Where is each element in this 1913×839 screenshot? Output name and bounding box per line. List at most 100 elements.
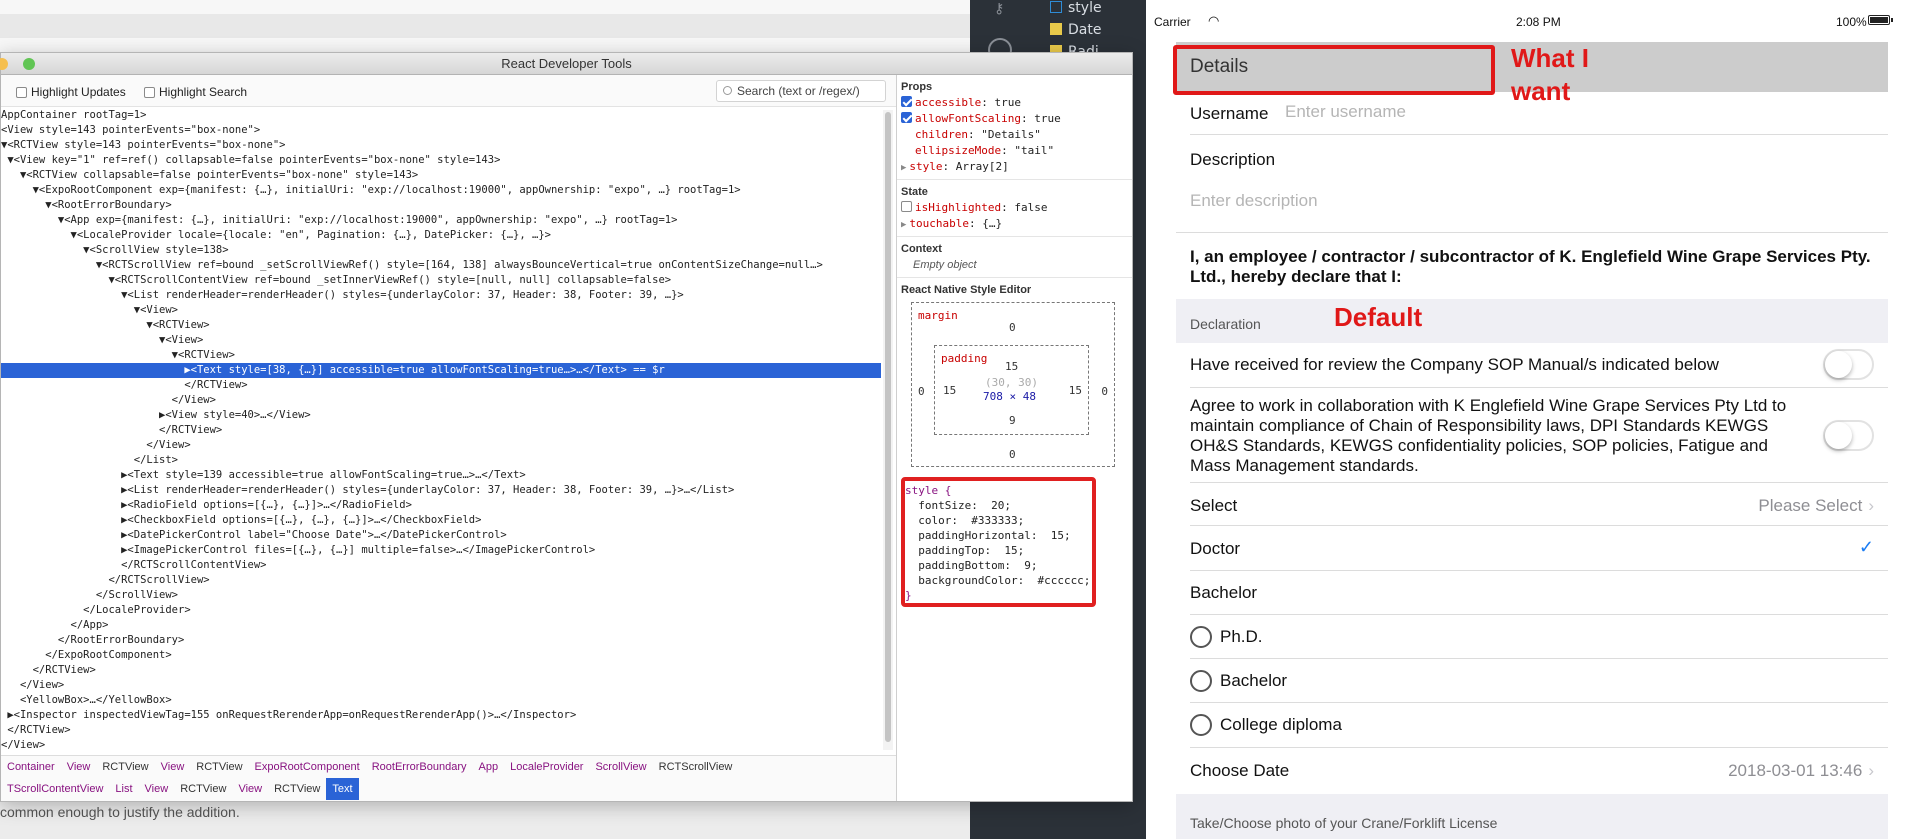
prop-row[interactable]: ▶ style: Array[2] xyxy=(897,159,1132,175)
margin-right-value[interactable]: 0 xyxy=(1101,385,1108,398)
doctor-option[interactable]: Doctor ✓ xyxy=(1176,537,1888,569)
breadcrumb-item[interactable]: RCTView xyxy=(96,756,154,778)
prop-value[interactable]: Array[2] xyxy=(956,160,1009,173)
style-line[interactable]: fontSize: 20; xyxy=(905,498,1092,513)
tree-row[interactable]: </RCTView> xyxy=(1,663,881,678)
tree-row[interactable]: </ScrollView> xyxy=(1,588,881,603)
prop-value[interactable]: true xyxy=(1034,112,1061,125)
tree-row[interactable]: ▼<LocaleProvider locale={locale: "en", P… xyxy=(1,228,881,243)
radio-phd[interactable]: Ph.D. xyxy=(1176,626,1888,657)
tree-row[interactable]: ▼<ExpoRootComponent exp={manifest: {…}, … xyxy=(1,183,881,198)
expand-arrow-icon[interactable]: ▶ xyxy=(901,163,906,173)
tree-row[interactable]: </View> xyxy=(1,393,881,408)
style-line[interactable]: paddingBottom: 9; xyxy=(905,558,1092,573)
breadcrumb-item[interactable]: RCTScrollView xyxy=(653,756,739,778)
breadcrumb-item[interactable]: View xyxy=(232,778,268,800)
file-item-style[interactable]: style xyxy=(1050,0,1102,16)
prop-row[interactable]: allowFontScaling: true xyxy=(897,111,1132,127)
tree-row[interactable]: </View> xyxy=(1,678,881,693)
prop-row[interactable]: isHighlighted: false xyxy=(897,200,1132,216)
style-line[interactable]: color: #333333; xyxy=(905,513,1092,528)
breadcrumb-item[interactable]: RCTView xyxy=(268,778,326,800)
tree-row[interactable]: ▼<ScrollView style=138> xyxy=(1,243,881,258)
padding-top-value[interactable]: 15 xyxy=(1005,360,1018,373)
breadcrumb-item[interactable]: Container xyxy=(1,756,61,778)
tree-row[interactable]: ▶<RadioField options=[{…}, {…}]>…</Radio… xyxy=(1,498,881,513)
tree-row[interactable]: ▼<RootErrorBoundary> xyxy=(1,198,881,213)
style-line[interactable]: style { xyxy=(905,483,1092,498)
tree-row[interactable]: </RCTScrollContentView> xyxy=(1,558,881,573)
highlight-search-checkbox[interactable]: Highlight Search xyxy=(144,85,247,99)
breadcrumb-item[interactable]: App xyxy=(473,756,505,778)
sop-toggle[interactable] xyxy=(1823,349,1874,380)
style-line[interactable]: backgroundColor: #cccccc; xyxy=(905,573,1092,588)
checkbox-icon[interactable] xyxy=(901,96,912,107)
tree-row[interactable]: ▼<View> xyxy=(1,333,881,348)
tree-row[interactable]: </ExpoRootComponent> xyxy=(1,648,881,663)
tree-row[interactable]: ▼<View> xyxy=(1,303,881,318)
tree-row[interactable]: <View style=143 pointerEvents="box-none"… xyxy=(1,123,881,138)
tree-row[interactable]: ▼<RCTScrollContentView ref=bound _setInn… xyxy=(1,273,881,288)
breadcrumb-item[interactable]: RCTView xyxy=(190,756,248,778)
radio-college-diploma[interactable]: College diploma xyxy=(1176,714,1888,745)
style-line[interactable]: } xyxy=(905,588,1092,603)
prop-value[interactable]: "tail" xyxy=(1014,144,1054,157)
tree-row[interactable]: AppContainer rootTag=1> xyxy=(1,108,881,123)
breadcrumb-item[interactable]: ExpoRootComponent xyxy=(249,756,366,778)
tree-row[interactable]: ▶<DatePickerControl label="Choose Date">… xyxy=(1,528,881,543)
tree-row[interactable]: </RCTScrollView> xyxy=(1,573,881,588)
margin-top-value[interactable]: 0 xyxy=(1009,321,1016,334)
breadcrumb-item[interactable]: Text xyxy=(326,778,359,800)
style-line[interactable]: paddingTop: 15; xyxy=(905,543,1092,558)
margin-left-value[interactable]: 0 xyxy=(918,385,925,398)
tree-row[interactable]: ▶<Text style=[38, {…}] accessible=true a… xyxy=(1,363,881,378)
breadcrumb-item[interactable]: View xyxy=(155,756,191,778)
tree-row[interactable]: ▶<Inspector inspectedViewTag=155 onReque… xyxy=(1,708,881,723)
tree-row[interactable]: ▼<RCTView> xyxy=(1,348,881,363)
choose-date-row[interactable]: Choose Date 2018-03-01 13:46 › xyxy=(1176,761,1888,791)
style-line[interactable]: paddingHorizontal: 15; xyxy=(905,528,1092,543)
margin-bottom-value[interactable]: 0 xyxy=(1009,448,1016,461)
tree-row[interactable]: ▼<RCTScrollView ref=bound _setScrollView… xyxy=(1,258,881,273)
tree-row[interactable]: ▶<Text style=139 accessible=true allowFo… xyxy=(1,468,881,483)
prop-value[interactable]: {…} xyxy=(982,217,1002,230)
prop-value[interactable]: false xyxy=(1014,201,1047,214)
file-item-date[interactable]: Date xyxy=(1050,22,1101,38)
tree-row[interactable]: ▼<View key="1" ref=ref() collapsable=fal… xyxy=(1,153,881,168)
expand-arrow-icon[interactable]: ▶ xyxy=(901,220,906,230)
prop-row[interactable]: ellipsizeMode: "tail" xyxy=(897,143,1132,159)
breadcrumb-item[interactable]: LocaleProvider xyxy=(504,756,589,778)
agree-toggle[interactable] xyxy=(1823,420,1874,451)
padding-left-value[interactable]: 15 xyxy=(943,384,956,397)
radio-bachelor[interactable]: Bachelor xyxy=(1176,670,1888,701)
prop-value[interactable]: true xyxy=(994,96,1021,109)
bachelor-option[interactable]: Bachelor xyxy=(1176,583,1888,613)
tree-row[interactable]: ▶<CheckboxField options=[{…}, {…}, {…}]>… xyxy=(1,513,881,528)
tree-row[interactable]: ▼<RCTView> xyxy=(1,318,881,333)
tree-scrollbar[interactable] xyxy=(883,110,893,750)
tree-row[interactable]: </View> xyxy=(1,438,881,453)
search-input[interactable]: Search (text or /regex/) xyxy=(716,80,886,102)
tree-row[interactable]: </RootErrorBoundary> xyxy=(1,633,881,648)
tree-row[interactable]: </RCTView> xyxy=(1,378,881,393)
breadcrumb-item[interactable]: ScrollView xyxy=(589,756,652,778)
scrollbar-thumb[interactable] xyxy=(885,112,891,742)
tree-row[interactable]: </LocaleProvider> xyxy=(1,603,881,618)
breadcrumb-item[interactable]: RootErrorBoundary xyxy=(366,756,473,778)
breadcrumb-item[interactable]: RCTView xyxy=(174,778,232,800)
checkbox-icon[interactable] xyxy=(901,201,912,212)
tree-row[interactable]: </RCTView> xyxy=(1,723,881,738)
breadcrumb-item[interactable]: List xyxy=(109,778,138,800)
breadcrumb-item[interactable]: TScrollContentView xyxy=(1,778,109,800)
breadcrumb-item[interactable]: View xyxy=(139,778,175,800)
tree-row[interactable]: ▼<RCTView style=143 pointerEvents="box-n… xyxy=(1,138,881,153)
breadcrumb-item[interactable]: View xyxy=(61,756,97,778)
checkbox-icon[interactable] xyxy=(901,112,912,123)
tree-row[interactable]: </App> xyxy=(1,618,881,633)
select-row[interactable]: Select Please Select › xyxy=(1176,496,1888,526)
zoom-icon[interactable] xyxy=(23,58,35,70)
tree-row[interactable]: ▼<List renderHeader=renderHeader() style… xyxy=(1,288,881,303)
tree-row[interactable]: ▶<List renderHeader=renderHeader() style… xyxy=(1,483,881,498)
tree-row[interactable]: </View> xyxy=(1,738,881,753)
tree-row[interactable]: ▼<App exp={manifest: {…}, initialUri: "e… xyxy=(1,213,881,228)
